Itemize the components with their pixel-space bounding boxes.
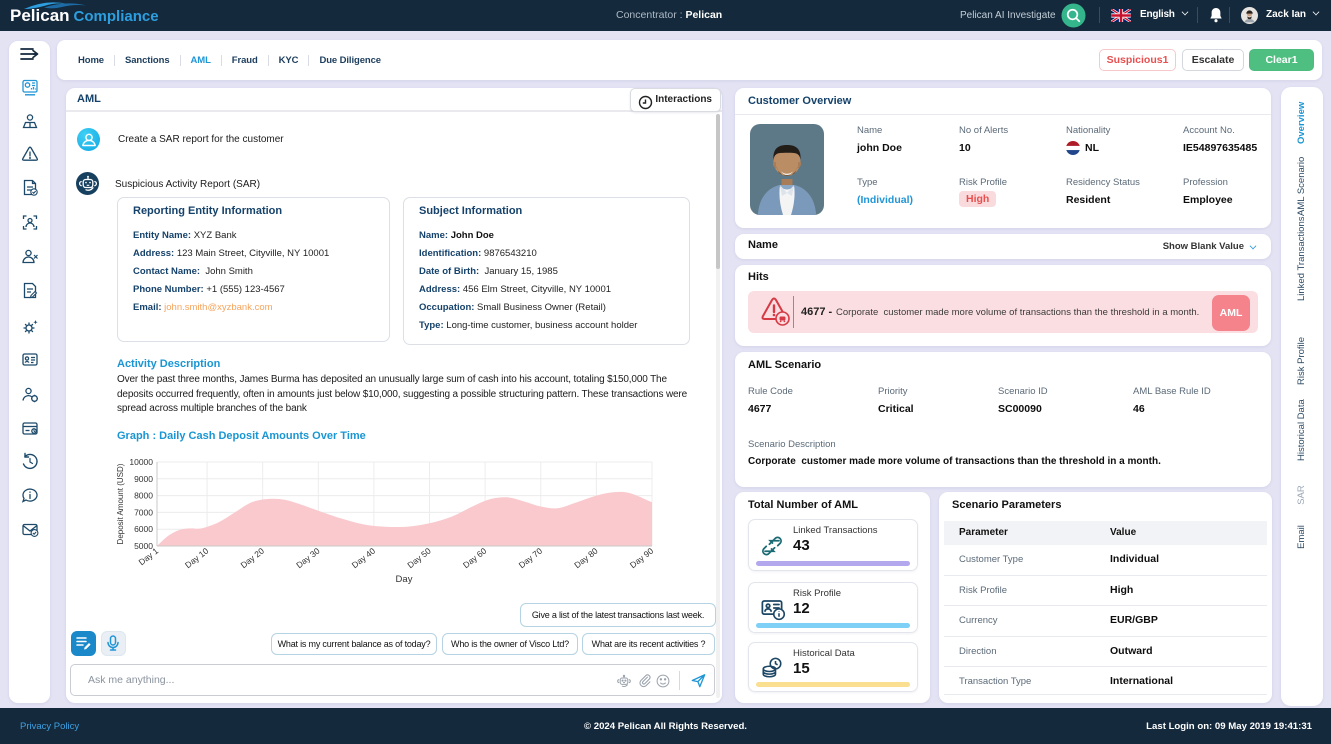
svg-text:Day 60: Day 60 (461, 546, 489, 571)
svg-text:Day 30: Day 30 (294, 546, 322, 571)
svg-text:Day 70: Day 70 (517, 546, 545, 571)
svg-text:7000: 7000 (134, 507, 153, 517)
svg-text:8000: 8000 (134, 491, 153, 501)
svg-text:Day 10: Day 10 (183, 546, 211, 571)
svg-text:9000: 9000 (134, 474, 153, 484)
svg-text:Day 50: Day 50 (405, 546, 433, 571)
svg-text:Day 90: Day 90 (628, 546, 656, 571)
svg-text:Day 80: Day 80 (572, 546, 600, 571)
svg-text:Day 20: Day 20 (239, 546, 267, 571)
svg-text:10000: 10000 (129, 457, 153, 467)
svg-text:Deposit Amount (USD): Deposit Amount (USD) (116, 463, 125, 544)
svg-text:Day: Day (396, 574, 413, 585)
svg-text:6000: 6000 (134, 524, 153, 534)
svg-text:Day 40: Day 40 (350, 546, 378, 571)
